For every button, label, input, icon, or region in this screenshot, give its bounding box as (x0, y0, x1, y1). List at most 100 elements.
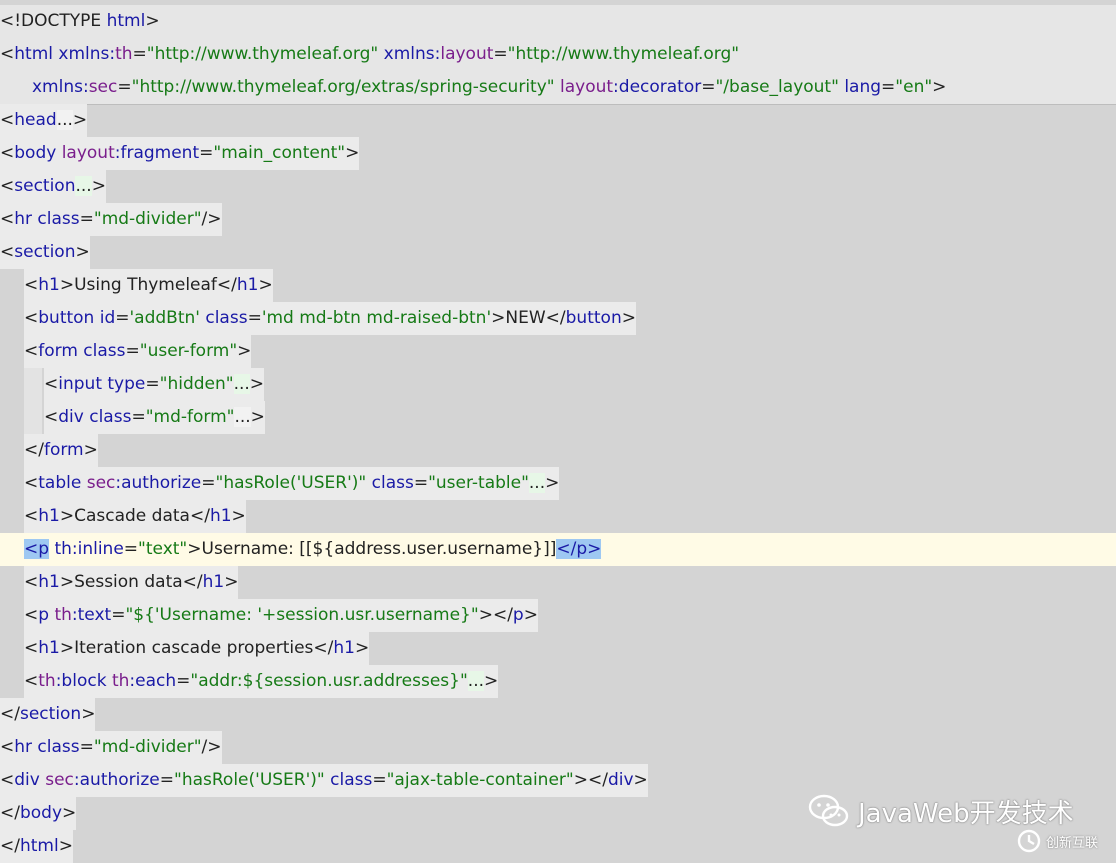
code-token: head (14, 110, 57, 130)
code-token: > (59, 506, 75, 526)
code-token: < (24, 572, 39, 592)
code-token: < (24, 506, 39, 526)
code-token: section (14, 242, 76, 262)
code-line[interactable]: <th:block th:each="addr:${session.usr.ad… (0, 665, 1116, 698)
code-content: <input type="hidden"...> (44, 368, 265, 401)
code-token: xmlns: (32, 77, 89, 97)
code-line[interactable]: <section> (0, 236, 1116, 269)
code-content: <h1>Cascade data</h1> (24, 500, 246, 533)
code-token: th (38, 671, 56, 691)
code-token: "hasRole('USER')" (174, 770, 331, 790)
code-content: <div sec:authorize="hasRole('USER')" cla… (0, 764, 648, 797)
fold-marker[interactable]: ... (233, 374, 250, 394)
code-token: :decorator (613, 77, 702, 97)
code-editor[interactable]: <!DOCTYPE html> <html xmlns:th="http://ww… (0, 5, 1116, 863)
code-line[interactable]: <hr class="md-divider"/> (0, 203, 1116, 236)
code-token: > (345, 143, 360, 163)
fold-marker[interactable]: ... (467, 671, 485, 691)
bracket-match: </p> (556, 539, 602, 559)
code-token: = (79, 737, 94, 757)
code-token: = (247, 308, 262, 328)
code-line[interactable]: </section> (0, 698, 1116, 731)
code-line[interactable]: <h1>Iteration cascade properties</h1> (0, 632, 1116, 665)
code-token: = (881, 77, 896, 97)
code-token: "md-divider" (93, 737, 202, 757)
code-token: < (44, 407, 59, 427)
code-token: > (75, 242, 90, 262)
code-token: body (19, 803, 63, 823)
code-token: html (14, 44, 59, 64)
code-content: <hr class="md-divider"/> (0, 731, 222, 764)
code-line[interactable]: <hr class="md-divider"/> (0, 731, 1116, 764)
code-token: h1 (202, 572, 225, 592)
code-line[interactable]: <body layout:fragment="main_content"> (0, 137, 1116, 170)
code-token: > (81, 704, 96, 724)
code-token: body (14, 143, 62, 163)
code-token: 'addBtn' (129, 308, 206, 328)
code-content: <!DOCTYPE html> (0, 5, 160, 38)
code-token: "http://www.thymeleaf.org" (146, 44, 384, 64)
fold-marker[interactable]: ... (234, 407, 251, 427)
code-line[interactable]: <section...> (0, 170, 1116, 203)
code-token: = (117, 77, 132, 97)
code-line[interactable]: <h1>Session data</h1> (0, 566, 1116, 599)
code-line[interactable]: <button id='addBtn' class='md md-btn md-… (0, 302, 1116, 335)
fold-marker[interactable]: ... (528, 473, 546, 493)
brand-text: 创新互联 (1046, 835, 1099, 851)
code-token: = (159, 770, 175, 790)
code-token: < (44, 374, 59, 394)
code-token: form (43, 440, 84, 460)
code-line[interactable]: <h1>Cascade data</h1> (0, 500, 1116, 533)
code-token: > (58, 836, 73, 856)
code-token: = (131, 407, 146, 427)
code-content: <h1>Iteration cascade properties</h1> (24, 632, 370, 665)
code-line[interactable]: <html xmlns:th="http://www.thymeleaf.org… (0, 38, 1116, 71)
code-token: h1 (38, 506, 60, 526)
code-line[interactable]: </form> (0, 434, 1116, 467)
code-token: xmlns: (58, 44, 116, 64)
code-line[interactable]: <input type="hidden"...> (0, 368, 1116, 401)
code-token: th (54, 605, 72, 625)
code-content: <div class="md-form"...> (44, 401, 265, 434)
code-content: </html> (0, 830, 73, 863)
code-token: = (132, 44, 147, 64)
code-content: <button id='addBtn' class='md md-btn md-… (24, 302, 636, 335)
code-token: > (250, 407, 265, 427)
code-line[interactable]: xmlns:sec="http://www.thymeleaf.org/extr… (0, 71, 1116, 104)
code-token: Iteration cascade properties (74, 638, 314, 658)
code-token: xmlns: (383, 44, 441, 64)
code-line[interactable]: <p th:inline="text">Username: [[${addres… (0, 533, 1116, 566)
code-line[interactable]: <h1>Using Thymeleaf</h1> (0, 269, 1116, 302)
code-token: < (24, 275, 39, 295)
code-line[interactable]: <table sec:authorize="hasRole('USER')" c… (0, 467, 1116, 500)
code-token: > (249, 374, 265, 394)
code-line[interactable]: <head...> (0, 104, 1116, 137)
code-token: h1 (236, 275, 259, 295)
code-token: class (330, 770, 373, 790)
fold-marker[interactable]: ... (75, 176, 92, 196)
code-token: </ (0, 704, 20, 724)
code-line[interactable]: <p th:text="${'Username: '+session.usr.u… (0, 599, 1116, 632)
code-line[interactable]: <div class="md-form"...> (0, 401, 1116, 434)
code-token: p (38, 605, 55, 625)
code-token: > (59, 638, 75, 658)
code-token: th (115, 44, 133, 64)
code-token: > (59, 572, 75, 592)
code-token: > (523, 605, 538, 625)
code-token: div (607, 770, 634, 790)
code-token: p (512, 605, 524, 625)
code-token: > (91, 176, 106, 196)
code-token: "user-form" (139, 341, 238, 361)
code-line[interactable]: <!DOCTYPE html> (0, 5, 1116, 38)
code-content: <hr class="md-divider"/> (0, 203, 222, 236)
fold-marker[interactable]: ... (56, 110, 73, 130)
code-token: </ (24, 440, 44, 460)
code-token: "main_content" (213, 143, 346, 163)
code-line[interactable]: </html> (0, 830, 1116, 863)
code-token: layout (61, 143, 115, 163)
code-content: <html xmlns:th="http://www.thymeleaf.org… (0, 38, 739, 71)
code-content: <head...> (0, 104, 88, 137)
code-line[interactable]: <form class="user-form"> (0, 335, 1116, 368)
code-token: < (24, 341, 39, 361)
code-content: xmlns:sec="http://www.thymeleaf.org/extr… (32, 71, 946, 104)
